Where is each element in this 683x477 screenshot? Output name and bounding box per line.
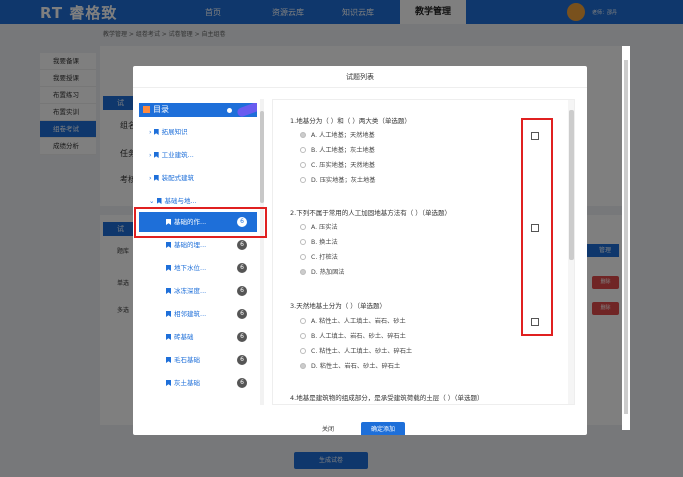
catalog-item-label: 砖基础	[174, 333, 194, 341]
bookmark-icon	[166, 380, 171, 386]
catalog-icon	[143, 106, 150, 113]
option-label: D. 热加固法	[311, 269, 345, 276]
bookmark-icon	[166, 311, 171, 317]
dialog-title: 试题列表	[133, 66, 587, 88]
radio-icon	[300, 132, 306, 138]
question-title: 3.天然地基土分为（ ）（单选题）	[290, 302, 387, 310]
question-count-badge: 6	[237, 378, 247, 388]
catalog-subitem-adjacent-buildings[interactable]: 相邻建筑... 6	[139, 304, 257, 324]
catalog-item-label: 基础与地...	[164, 197, 197, 205]
question-count-badge: 6	[237, 286, 247, 296]
radio-icon	[300, 239, 306, 245]
bookmark-icon	[166, 357, 171, 363]
question-option[interactable]: B. 人工地基；灰土地基	[300, 145, 375, 154]
bookmark-icon	[153, 152, 159, 158]
bookmark-icon	[166, 242, 171, 248]
catalog-scrollbar-thumb[interactable]	[260, 111, 264, 203]
decoration-shape-icon	[236, 103, 257, 117]
catalog-item-label: 拓展知识	[161, 128, 188, 136]
question-option[interactable]: C. 压实地基；天然地基	[300, 160, 375, 169]
question-option[interactable]: B. 人工填土、岩石、砂土、碎石土	[300, 331, 406, 340]
question-title: 2.下列不属于常用的人工加固地基方法有（ ）（单选题）	[290, 209, 452, 217]
question-list-dialog: 试题列表 目录 › 拓展知识 › 工业建筑... › 装配式建筑 ⌄ 基础与地.…	[133, 66, 587, 435]
highlight-checkbox-column	[521, 118, 553, 336]
catalog-header: 目录	[139, 103, 257, 117]
option-label: D. 压实地基；灰土地基	[311, 177, 376, 184]
bookmark-icon	[166, 334, 171, 340]
page-scrollbar-thumb[interactable]	[624, 60, 628, 414]
question-option[interactable]: A. 压实法	[300, 222, 338, 231]
question-title: 1.地基分为（ ）和（ ）两大类（单选题）	[290, 117, 411, 125]
bookmark-icon	[166, 288, 171, 294]
catalog-panel: 目录 › 拓展知识 › 工业建筑... › 装配式建筑 ⌄ 基础与地... 基础…	[139, 99, 264, 405]
question-count-badge: 6	[237, 240, 247, 250]
catalog-scrollbar[interactable]	[260, 99, 264, 405]
question-title: 4.地基是建筑物的组成部分，是承受建筑荷载的土层（ ）（单选题）	[290, 394, 484, 402]
catalog-item-industrial-buildings[interactable]: › 工业建筑...	[139, 145, 257, 165]
bookmark-icon	[156, 198, 162, 204]
question-scrollbar[interactable]	[568, 100, 574, 404]
option-label: A. 压实法	[311, 224, 338, 231]
question-option[interactable]: D. 压实地基；灰土地基	[300, 175, 375, 184]
catalog-subitem-brick-foundation[interactable]: 砖基础 6	[139, 327, 257, 347]
radio-icon	[300, 224, 306, 230]
question-option[interactable]: D. 粘性土、岩石、砂土、碎石土	[300, 361, 400, 370]
question-option[interactable]: B. 换土法	[300, 237, 338, 246]
radio-icon	[300, 162, 306, 168]
radio-icon	[300, 333, 306, 339]
catalog-item-label: 灰土基础	[174, 379, 200, 387]
confirm-add-button[interactable]: 确定添加	[361, 422, 405, 435]
option-label: B. 人工地基；灰土地基	[311, 147, 375, 154]
question-count-badge: 6	[237, 332, 247, 342]
highlight-selected-category	[134, 207, 267, 238]
question-option[interactable]: A. 粘性土、人工填土、岩石、砂土	[300, 316, 406, 325]
question-option[interactable]: C. 粘性土、人工填土、砂土、碎石土	[300, 346, 412, 355]
question-scrollbar-thumb[interactable]	[569, 110, 574, 260]
radio-icon	[300, 254, 306, 260]
question-count-badge: 6	[237, 355, 247, 365]
catalog-item-label: 冰冻深度...	[174, 287, 207, 295]
catalog-item-label: 相邻建筑...	[174, 310, 207, 318]
bookmark-icon	[153, 175, 159, 181]
option-label: D. 粘性土、岩石、砂土、碎石土	[311, 363, 401, 370]
option-label: A. 人工地基；天然地基	[311, 132, 375, 139]
option-label: C. 粘性土、人工填土、砂土、碎石土	[311, 348, 413, 355]
radio-icon	[300, 177, 306, 183]
close-button[interactable]: 关闭	[303, 422, 353, 435]
question-option[interactable]: A. 人工地基；天然地基	[300, 130, 375, 139]
catalog-subitem-groundwater[interactable]: 地下水位... 6	[139, 258, 257, 278]
catalog-item-label: 地下水位...	[174, 264, 207, 272]
catalog-item-prefab-buildings[interactable]: › 装配式建筑	[139, 168, 257, 188]
question-count-badge: 6	[237, 263, 247, 273]
radio-icon	[300, 348, 306, 354]
catalog-subitem-lime-soil-foundation[interactable]: 灰土基础 6	[139, 373, 257, 393]
question-option[interactable]: C. 打桩法	[300, 252, 338, 261]
catalog-item-extended-knowledge[interactable]: › 拓展知识	[139, 122, 257, 142]
catalog-item-label: 基础的埋...	[174, 241, 207, 249]
radio-icon	[300, 147, 306, 153]
option-label: C. 压实地基；天然地基	[311, 162, 375, 169]
radio-icon	[300, 363, 306, 369]
page-scrollbar[interactable]	[622, 46, 630, 430]
bookmark-icon	[166, 265, 171, 271]
question-option[interactable]: D. 热加固法	[300, 267, 344, 276]
radio-icon	[300, 269, 306, 275]
option-label: B. 换土法	[311, 239, 338, 246]
decoration-dot-icon	[227, 108, 232, 113]
catalog-item-label: 工业建筑...	[161, 151, 194, 159]
catalog-header-label: 目录	[153, 105, 169, 114]
catalog-subitem-burial-depth[interactable]: 基础的埋... 6	[139, 235, 257, 255]
bookmark-icon	[153, 129, 159, 135]
catalog-item-label: 装配式建筑	[161, 174, 195, 182]
catalog-subitem-frost-depth[interactable]: 冰冻深度... 6	[139, 281, 257, 301]
catalog-item-label: 毛石基础	[174, 356, 200, 364]
option-label: B. 人工填土、岩石、砂土、碎石土	[311, 333, 406, 340]
question-count-badge: 6	[237, 309, 247, 319]
option-label: A. 粘性土、人工填土、岩石、砂土	[311, 318, 406, 325]
catalog-subitem-rubble-foundation[interactable]: 毛石基础 6	[139, 350, 257, 370]
option-label: C. 打桩法	[311, 254, 338, 261]
radio-icon	[300, 318, 306, 324]
